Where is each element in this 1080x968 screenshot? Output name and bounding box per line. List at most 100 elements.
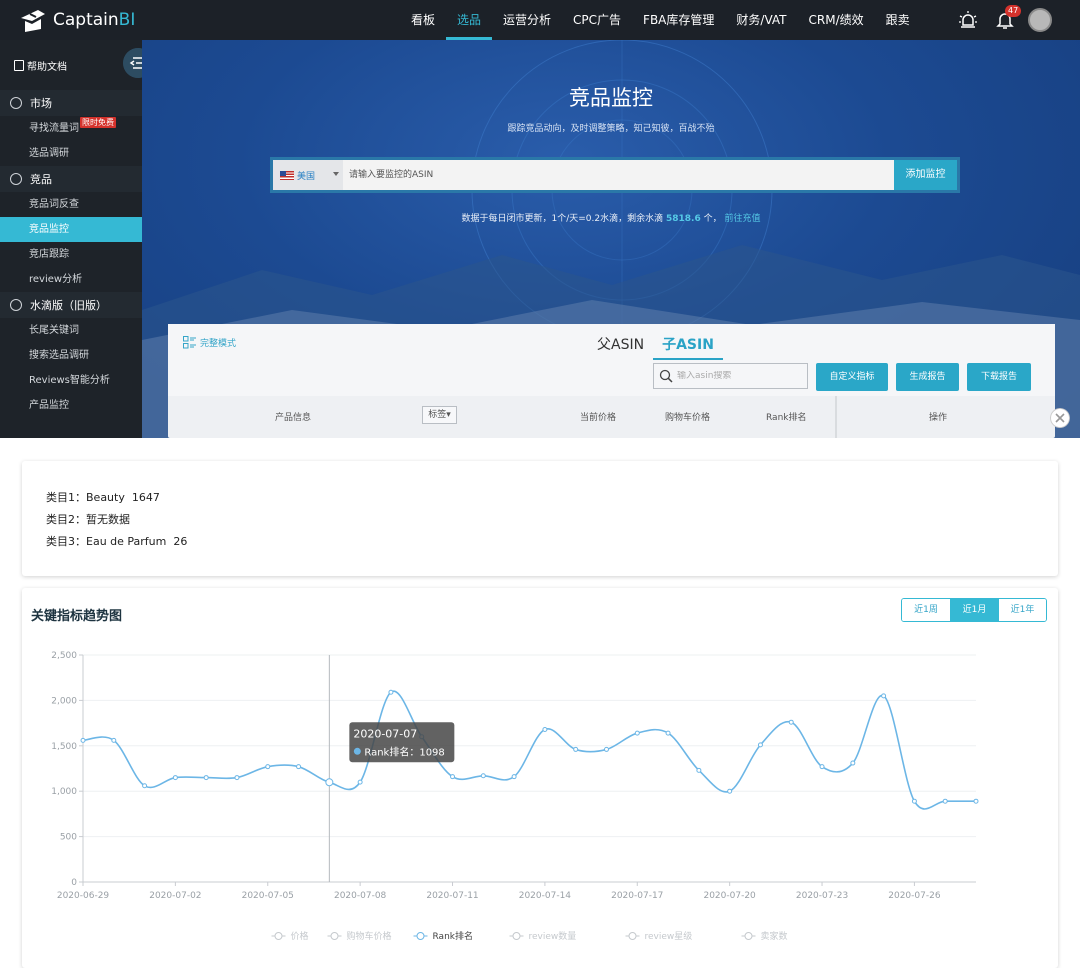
sidebar-item[interactable]: review分析 [0, 267, 142, 292]
add-monitor-button[interactable]: 添加监控 [894, 160, 957, 190]
nav-item[interactable]: 跟卖 [875, 0, 921, 40]
chart-title: 关键指标趋势图 [31, 609, 123, 624]
data-point [665, 730, 671, 736]
recharge-link[interactable]: 前往充值 [724, 214, 760, 224]
sidebar-section[interactable]: 水滴版（旧版） [0, 292, 142, 318]
time-range-toggle: 近1周 近1月 近1年 [901, 598, 1047, 622]
sidebar-item[interactable]: 竞品词反查 [0, 192, 142, 217]
sidebar-item[interactable]: 寻找流量词 限时免费 [0, 116, 142, 141]
column-actions: 操作 [929, 413, 948, 423]
free-badge: 限时免费 [80, 117, 116, 128]
help-docs-link[interactable]: 帮助文档 [0, 40, 142, 90]
asin-filter-input[interactable] [677, 371, 797, 381]
view-mode-label: 完整模式 [200, 339, 237, 349]
legend-item[interactable]: Rank排名 [413, 930, 474, 942]
asin-tabs: 父ASIN 子ASIN [588, 334, 723, 360]
sidebar-item[interactable]: 选品调研 [0, 141, 142, 166]
legend-item[interactable]: 价格 [271, 930, 309, 942]
legend-label: 卖家数 [761, 930, 788, 942]
tag-filter-select[interactable]: 标签▾ [422, 406, 457, 424]
tooltip-marker [353, 747, 361, 755]
nav-item[interactable]: CRM/绩效 [798, 0, 875, 40]
x-tick-label: 2020-07-20 [703, 891, 756, 901]
data-point [388, 689, 394, 695]
nav-item[interactable]: CPC广告 [562, 0, 632, 40]
data-point [542, 726, 548, 732]
avatar[interactable] [1028, 8, 1052, 32]
main-nav: 看板 选品 运营分析 CPC广告 FBA库存管理 财务/VAT CRM/绩效 跟卖 [400, 0, 921, 40]
sidebar-item[interactable]: 竞品监控 [0, 217, 142, 242]
data-point [942, 798, 948, 804]
sidebar-item[interactable]: 长尾关键词 [0, 318, 142, 343]
data-point [325, 778, 334, 787]
data-point [727, 788, 733, 794]
category-line: 类目1：Beauty 1647 [46, 491, 160, 504]
legend-label: 购物车价格 [347, 930, 392, 942]
data-point [881, 693, 887, 699]
data-point [450, 774, 456, 780]
help-docs-label: 帮助文档 [27, 61, 67, 73]
sidebar-section[interactable]: 竞品 [0, 166, 142, 192]
range-button[interactable]: 近1周 [902, 599, 950, 621]
quota-info-text: 数据于每日闭市更新，1个/天=0.2水滴，剩余水滴 [461, 214, 664, 224]
range-button[interactable]: 近1月 [950, 599, 998, 621]
data-point [696, 767, 702, 773]
data-point [603, 746, 609, 752]
nav-item[interactable]: 选品 [446, 0, 493, 40]
sidebar-item[interactable]: Reviews智能分析 [0, 368, 142, 393]
data-point [172, 775, 178, 781]
sidebar-item[interactable]: 竞店跟踪 [0, 242, 142, 267]
legend-swatch-dot [744, 932, 753, 940]
y-tick-label: 2,500 [51, 651, 77, 661]
sidebar-menu: 市场 寻找流量词 限时免费 选品调研 竞品 竞品词反查 竞品监控 竞店跟踪 review分析 水滴… [0, 90, 142, 418]
asin-input[interactable] [343, 160, 894, 190]
nav-item[interactable]: 看板 [400, 0, 446, 40]
custom-metrics-button[interactable]: 自定义指标 [816, 363, 888, 391]
sidebar-item[interactable]: 搜索选品调研 [0, 343, 142, 368]
x-tick-label: 2020-07-11 [426, 891, 478, 901]
legend-item[interactable]: review数量 [509, 930, 577, 942]
legend-item[interactable]: 卖家数 [741, 930, 788, 942]
nav-item[interactable]: 财务/VAT [725, 0, 797, 40]
range-button[interactable]: 近1年 [998, 599, 1046, 621]
view-mode-toggle[interactable]: 完整模式 [183, 336, 236, 349]
nav-item[interactable]: FBA库存管理 [632, 0, 725, 40]
download-report-button[interactable]: 下载报告 [967, 363, 1031, 391]
notification-badge: 47 [1005, 5, 1022, 17]
x-tick-label: 2020-06-29 [57, 891, 110, 901]
captain-hat-icon [21, 10, 45, 32]
sidebar: 帮助文档 市场 寻找流量词 限时免费 选品调研 竞品 竞品词反查 竞品监控 竞店跟踪 revie… [0, 40, 142, 438]
nav-item[interactable]: 运营分析 [492, 0, 562, 40]
legend-swatch-dot [274, 932, 283, 940]
column-product-info: 产品信息 [275, 413, 312, 423]
asin-search-bar: 美国 添加监控 [270, 157, 960, 193]
asin-tab[interactable]: 子ASIN [653, 334, 723, 360]
data-point [819, 764, 825, 770]
section-icon [10, 97, 22, 109]
legend-item[interactable]: review星级 [625, 930, 693, 942]
data-point [265, 764, 271, 770]
generate-report-button[interactable]: 生成报告 [896, 363, 959, 391]
asin-tab[interactable]: 父ASIN [588, 334, 653, 360]
hero-banner: 竞品监控 跟踪竞品动向，及时调整策略，知己知彼，百战不殆 美国 添加监控 数据于… [142, 40, 1080, 438]
logo[interactable]: CaptainBI [18, 5, 135, 35]
country-select[interactable]: 美国 [273, 160, 343, 190]
close-icon[interactable] [1050, 408, 1070, 428]
tooltip-date: 2020-07-07 [353, 727, 417, 740]
quota-info: 数据于每日闭市更新，1个/天=0.2水滴，剩余水滴 5818.6 个， 前往充值 [142, 211, 1080, 224]
x-tick-label: 2020-07-17 [611, 891, 663, 901]
trend-chart-card: 关键指标趋势图 近1周 近1月 近1年 0 500 1,000 1,500 2,000 2,5… [22, 588, 1058, 968]
x-tick-label: 2020-07-02 [149, 891, 201, 901]
category-line: 类目3：Eau de Parfum 26 [46, 535, 188, 548]
legend-swatch-dot [512, 932, 521, 940]
us-flag-icon [280, 170, 294, 180]
column-cart-price: 购物车价格 [665, 413, 711, 423]
data-point [511, 774, 517, 780]
trend-line-chart[interactable]: 0 500 1,000 1,500 2,000 2,500 2020-06-29 2020-0… [22, 638, 1058, 958]
sidebar-section[interactable]: 市场 [0, 90, 142, 116]
legend-label: review数量 [529, 930, 577, 942]
sidebar-item[interactable]: 产品监控 [0, 393, 142, 418]
legend-item[interactable]: 购物车价格 [327, 930, 392, 942]
alarm-light-icon[interactable] [958, 10, 978, 30]
data-point [357, 779, 363, 785]
